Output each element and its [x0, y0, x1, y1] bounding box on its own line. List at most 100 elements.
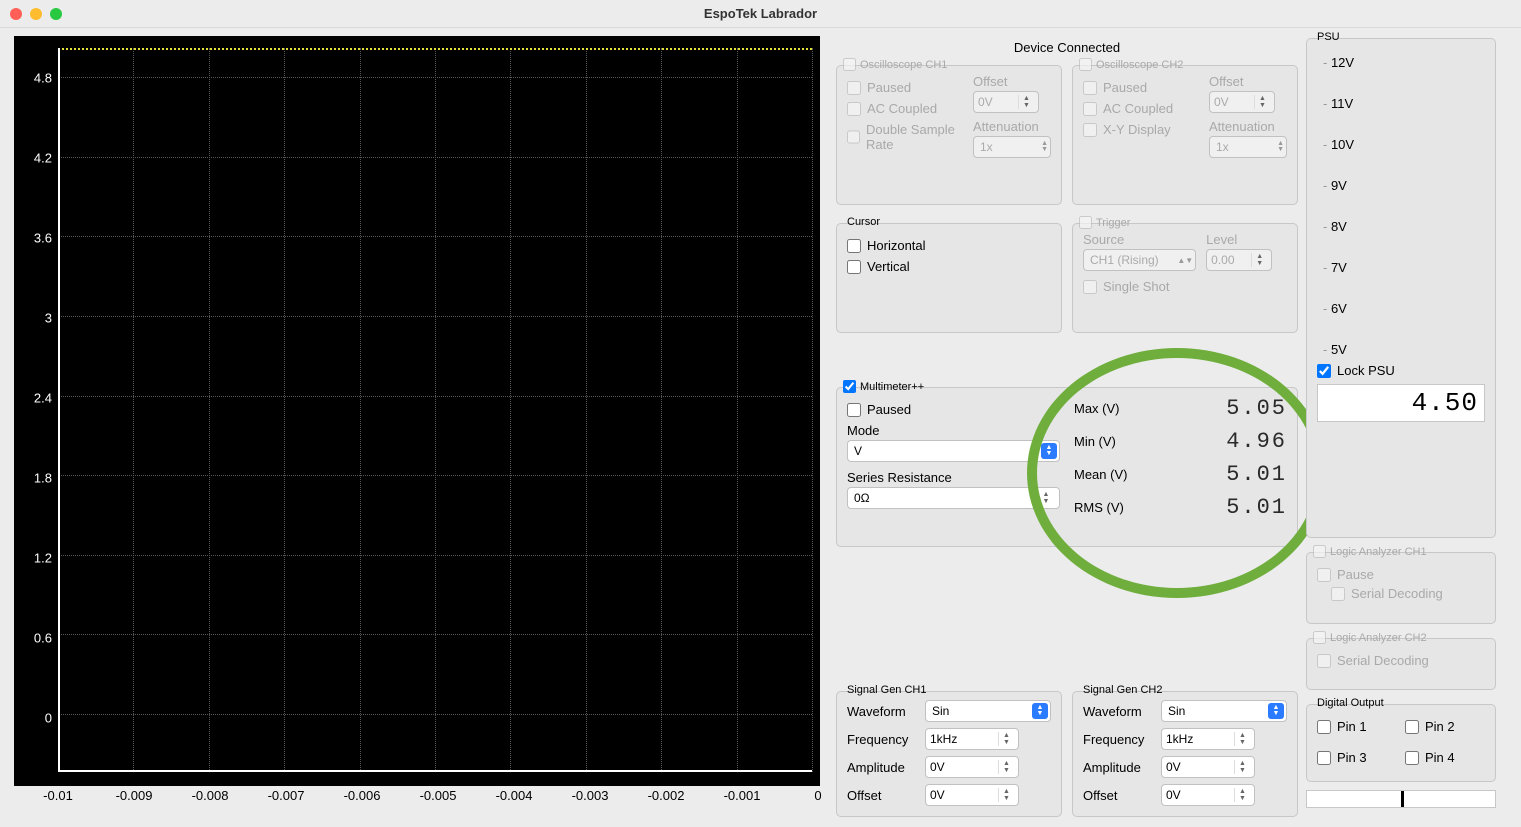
groupbox-la1: Logic Analyzer CH1 Pause Serial Decoding [1306, 552, 1496, 624]
osc-ch2-offset-label: Offset [1209, 74, 1287, 89]
sg1-waveform-label: Waveform [847, 704, 925, 719]
y-tick-label: 0 [45, 711, 52, 726]
sg1-freq[interactable]: ▲▼ [925, 728, 1019, 750]
trigger-source[interactable]: CH1 (Rising)▲▼ [1083, 249, 1196, 271]
la2-serial[interactable]: Serial Decoding [1317, 653, 1485, 668]
sg2-amp[interactable]: ▲▼ [1161, 756, 1255, 778]
y-tick-label: 1.8 [34, 471, 52, 486]
psu-value: 4.50 [1317, 384, 1485, 422]
groupbox-siggen1: Signal Gen CH1 Waveform Sin▲▼ Frequency … [836, 691, 1062, 817]
groupbox-cursor: Cursor Horizontal Vertical [836, 223, 1062, 333]
trigger-enable[interactable]: Trigger [1079, 216, 1130, 229]
multimeter-series[interactable]: 0Ω▲▼ [847, 487, 1060, 509]
la2-enable[interactable]: Logic Analyzer CH2 [1313, 631, 1427, 644]
osc-ch2-ac[interactable]: AC Coupled [1083, 101, 1201, 116]
trigger-source-label: Source [1083, 232, 1196, 247]
sg1-amp[interactable]: ▲▼ [925, 756, 1019, 778]
multimeter-readout: Max (V)5.05 Min (V)4.96 Mean (V)5.01 RMS… [1074, 396, 1287, 520]
cursor-horizontal[interactable]: Horizontal [847, 238, 1051, 253]
digital-output-slider[interactable] [1306, 790, 1496, 808]
mm-max-value: 5.05 [1154, 396, 1287, 421]
mm-mean-value: 5.01 [1154, 462, 1287, 487]
sg1-waveform[interactable]: Sin▲▼ [925, 700, 1051, 722]
dout-pin4[interactable]: Pin 4 [1405, 750, 1485, 765]
multimeter-mode[interactable]: V▲▼ [847, 440, 1060, 462]
osc-ch1-offset[interactable]: ▲▼ [973, 91, 1039, 113]
y-tick-label: 0.6 [34, 631, 52, 646]
mm-rms-value: 5.01 [1154, 495, 1287, 520]
x-tick-label: 0 [814, 788, 821, 803]
groupbox-osc-ch1: Oscilloscope CH1 Paused AC Coupled Doubl… [836, 65, 1062, 205]
multimeter-paused[interactable]: Paused [847, 402, 1060, 417]
y-tick-label: 2.4 [34, 391, 52, 406]
sg1-off[interactable]: ▲▼ [925, 784, 1019, 806]
sg1-amp-label: Amplitude [847, 760, 925, 775]
osc-ch2-offset[interactable]: ▲▼ [1209, 91, 1275, 113]
osc-ch1-atten-label: Attenuation [973, 119, 1051, 134]
osc-ch2-xy[interactable]: X-Y Display [1083, 122, 1201, 137]
cursor-vertical[interactable]: Vertical [847, 259, 1051, 274]
multimeter-mode-label: Mode [847, 423, 1060, 438]
psu-scale[interactable]: 12V 11V 10V 9V 8V 7V 6V 5V [1323, 55, 1485, 357]
psu-title: PSU [1315, 31, 1342, 43]
osc-ch2-atten[interactable]: 1x▲▼ [1209, 136, 1287, 158]
groupbox-osc-ch2: Oscilloscope CH2 Paused AC Coupled X-Y D… [1072, 65, 1298, 205]
groupbox-digital-output: Digital Output Pin 1 Pin 2 Pin 3 Pin 4 [1306, 704, 1496, 782]
groupbox-psu: PSU 12V 11V 10V 9V 8V 7V 6V 5V Lock PSU … [1306, 38, 1496, 538]
la1-enable[interactable]: Logic Analyzer CH1 [1313, 545, 1427, 558]
siggen2-title: Signal Gen CH2 [1081, 684, 1165, 696]
window-title: EspoTek Labrador [0, 6, 1521, 21]
sg1-freq-label: Frequency [847, 732, 925, 747]
mm-rms-label: RMS (V) [1074, 500, 1154, 515]
device-status: Device Connected [836, 40, 1298, 55]
dout-pin2[interactable]: Pin 2 [1405, 719, 1485, 734]
dout-pin3[interactable]: Pin 3 [1317, 750, 1397, 765]
sg2-amp-label: Amplitude [1083, 760, 1161, 775]
x-tick-label: -0.01 [43, 788, 73, 803]
dout-pin1[interactable]: Pin 1 [1317, 719, 1397, 734]
x-tick-label: -0.005 [420, 788, 457, 803]
x-tick-label: -0.009 [116, 788, 153, 803]
trigger-single-shot[interactable]: Single Shot [1083, 279, 1196, 294]
siggen1-title: Signal Gen CH1 [845, 684, 929, 696]
cursor-title: Cursor [845, 216, 882, 228]
osc-ch1-enable[interactable]: Oscilloscope CH1 [843, 58, 947, 71]
sg2-off-label: Offset [1083, 788, 1161, 803]
multimeter-series-label: Series Resistance [847, 470, 1060, 485]
sg2-freq[interactable]: ▲▼ [1161, 728, 1255, 750]
sg2-freq-label: Frequency [1083, 732, 1161, 747]
sg1-off-label: Offset [847, 788, 925, 803]
mm-min-value: 4.96 [1154, 429, 1287, 454]
x-tick-label: -0.006 [344, 788, 381, 803]
osc-ch1-atten[interactable]: 1x▲▼ [973, 136, 1051, 158]
waveform-trace [58, 48, 812, 50]
osc-ch1-paused[interactable]: Paused [847, 80, 965, 95]
la1-serial[interactable]: Serial Decoding [1331, 586, 1485, 601]
psu-lock[interactable]: Lock PSU [1317, 363, 1485, 378]
dout-title: Digital Output [1315, 697, 1386, 709]
x-tick-label: -0.003 [572, 788, 609, 803]
osc-ch1-ac[interactable]: AC Coupled [847, 101, 965, 116]
trigger-level-label: Level [1206, 232, 1287, 247]
osc-ch2-enable[interactable]: Oscilloscope CH2 [1079, 58, 1183, 71]
osc-ch1-dsr[interactable]: Double Sample Rate [847, 122, 965, 152]
multimeter-enable[interactable]: Multimeter++ [843, 380, 924, 393]
x-tick-label: -0.007 [268, 788, 305, 803]
mm-mean-label: Mean (V) [1074, 467, 1154, 482]
sg2-off[interactable]: ▲▼ [1161, 784, 1255, 806]
osc-ch2-paused[interactable]: Paused [1083, 80, 1201, 95]
oscilloscope-plot[interactable]: 4.8 4.2 3.6 3 2.4 1.8 1.2 0.6 0 [14, 36, 820, 786]
la1-pause[interactable]: Pause [1317, 567, 1485, 582]
sg2-waveform[interactable]: Sin▲▼ [1161, 700, 1287, 722]
x-tick-label: -0.008 [192, 788, 229, 803]
trigger-level[interactable]: ▲▼ [1206, 249, 1272, 271]
x-tick-label: -0.001 [724, 788, 761, 803]
osc-ch2-atten-label: Attenuation [1209, 119, 1287, 134]
y-tick-label: 4.8 [34, 71, 52, 86]
groupbox-trigger: Trigger Source CH1 (Rising)▲▼ Single Sho… [1072, 223, 1298, 333]
y-tick-label: 3 [45, 311, 52, 326]
groupbox-siggen2: Signal Gen CH2 Waveform Sin▲▼ Frequency … [1072, 691, 1298, 817]
groupbox-multimeter: Multimeter++ Paused Mode V▲▼ Series Resi… [836, 387, 1298, 547]
sg2-waveform-label: Waveform [1083, 704, 1161, 719]
x-tick-label: -0.004 [496, 788, 533, 803]
